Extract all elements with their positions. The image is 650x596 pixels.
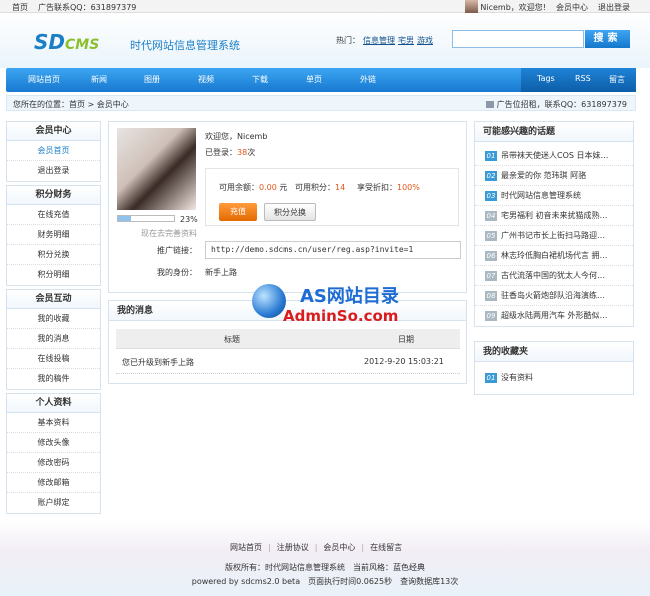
sidebar-item[interactable]: 账户绑定 bbox=[7, 493, 100, 513]
nav-rss[interactable]: RSS bbox=[575, 74, 591, 83]
exchange-button[interactable]: 积分兑换 bbox=[264, 203, 316, 221]
list-item[interactable]: 06 林志玲低胸白裙机场代言 拥… bbox=[475, 246, 633, 266]
nav-guestbook[interactable]: 留言 bbox=[609, 74, 625, 85]
sidebar-item[interactable]: 积分兑换 bbox=[7, 245, 100, 265]
interest-title: 可能感兴趣的话题 bbox=[475, 122, 633, 142]
message-date: 2012-9-20 15:03:21 bbox=[364, 357, 444, 366]
hot-tags: 热门： 信息管理 宅男 游戏 bbox=[336, 36, 433, 45]
breadcrumb-text: 您所在的位置：首页 > 会员中心 bbox=[13, 100, 129, 109]
promo-label: 推广链接： bbox=[157, 246, 197, 255]
table-row[interactable]: 您已升级到新手上路 2012-9-20 15:03:21 bbox=[116, 350, 460, 374]
nav-links[interactable]: 外链 bbox=[360, 74, 376, 85]
ad-icon bbox=[485, 101, 494, 108]
sidebar-item[interactable]: 我的稿件 bbox=[7, 369, 100, 389]
sidebar-item[interactable]: 退出登录 bbox=[7, 161, 100, 181]
ad-contact: 广告联系QQ：631897379 bbox=[38, 3, 137, 12]
powered-by: powered by sdcms2.0 beta 页面执行时间0.0625秒 查… bbox=[191, 577, 459, 586]
list-item[interactable]: 01 吊带袜天使迷人COS 日本妹… bbox=[475, 146, 633, 166]
hot-tag[interactable]: 信息管理 bbox=[363, 36, 395, 45]
column-header-title: 标题 bbox=[224, 335, 240, 344]
identity-value: 新手上路 bbox=[205, 268, 237, 277]
sidebar-item[interactable]: 财务明细 bbox=[7, 225, 100, 245]
nav-video[interactable]: 视频 bbox=[198, 74, 214, 85]
user-photo bbox=[117, 128, 196, 210]
search-input[interactable] bbox=[452, 30, 584, 48]
complete-profile-link[interactable]: 现在去完善资料 bbox=[141, 228, 197, 239]
list-item[interactable]: 02 最亲爱的你 范玮琪 阿骆 bbox=[475, 166, 633, 186]
list-item[interactable]: 07 古代流落中国的犹太人今何… bbox=[475, 266, 633, 286]
footer-link[interactable]: 注册协议 bbox=[277, 543, 309, 552]
watermark-text: AS网站目录 bbox=[300, 286, 399, 307]
list-item: 01 没有资料 bbox=[485, 373, 533, 383]
discount: 享受折扣：100% bbox=[357, 183, 420, 192]
list-item[interactable]: 05 广州书记市长上街扫马路迎… bbox=[475, 226, 633, 246]
nav-right: Tags RSS 留言 bbox=[521, 68, 636, 92]
footer: 网站首页 | 注册协议 | 会员中心 | 在线留言 版权所有：时代网站信息管理系统 当前风格… bbox=[0, 520, 650, 596]
points: 可用积分：14 bbox=[295, 183, 346, 192]
watermark-url: AdminSo.com bbox=[283, 307, 399, 325]
member-center-link[interactable]: 会员中心 bbox=[556, 3, 588, 12]
nav-page[interactable]: 单页 bbox=[306, 74, 322, 85]
list-item[interactable]: 04 宅男福利 初音未来扰猫成熟… bbox=[475, 206, 633, 226]
breadcrumb: 您所在的位置：首页 > 会员中心 广告位招租，联系QQ：631897379 bbox=[6, 95, 636, 111]
welcome-user: Nicemb，欢迎您! bbox=[480, 3, 546, 12]
promo-url-field[interactable]: http://demo.sdcms.cn/user/reg.asp?invite… bbox=[205, 241, 461, 259]
side-group-finance: 积分财务 在线充值 财务明细 积分兑换 积分明细 bbox=[6, 185, 101, 286]
ad-banner: 广告位招租，联系QQ：631897379 bbox=[485, 99, 627, 110]
side-group-profile: 个人资料 基本资料 修改头像 修改密码 修改邮箱 账户绑定 bbox=[6, 393, 101, 514]
nav-news[interactable]: 新闻 bbox=[91, 74, 107, 85]
column-header-date: 日期 bbox=[398, 335, 414, 344]
hot-tag[interactable]: 游戏 bbox=[417, 36, 433, 45]
nav-download[interactable]: 下载 bbox=[252, 74, 268, 85]
home-link[interactable]: 首页 bbox=[12, 3, 28, 12]
hot-tag[interactable]: 宅男 bbox=[398, 36, 414, 45]
nav-tags[interactable]: Tags bbox=[537, 74, 555, 83]
list-item[interactable]: 09 超级水陆两用汽车 外形酷似… bbox=[475, 306, 633, 326]
interest-panel: 可能感兴趣的话题 01 吊带袜天使迷人COS 日本妹… 02 最亲爱的你 范玮琪 阿… bbox=[474, 121, 634, 327]
copyright: 版权所有：时代网站信息管理系统 当前风格：蓝色经典 bbox=[225, 563, 425, 572]
welcome-text: 欢迎您，Nicemb bbox=[205, 132, 268, 141]
favorites-panel: 我的收藏夹 01 没有资料 bbox=[474, 341, 634, 395]
sidebar-item[interactable]: 在线充值 bbox=[7, 205, 100, 225]
top-bar: 首页 广告联系QQ：631897379 Nicemb，欢迎您! 会员中心 退出登录 bbox=[0, 0, 650, 13]
footer-links: 网站首页 | 注册协议 | 会员中心 | 在线留言 bbox=[230, 543, 403, 552]
nav-gallery[interactable]: 图册 bbox=[144, 74, 160, 85]
footer-link[interactable]: 网站首页 bbox=[230, 543, 262, 552]
sidebar-item[interactable]: 基本资料 bbox=[7, 413, 100, 433]
watermark-globe-icon bbox=[252, 284, 286, 318]
nav-home[interactable]: 网站首页 bbox=[28, 74, 60, 85]
progress-percent: 23% bbox=[180, 215, 198, 224]
sidebar-item[interactable]: 会员首页 bbox=[7, 141, 100, 161]
profile-progress-bar bbox=[117, 215, 175, 222]
header: SDCMS 时代网站信息管理系统 热门： 信息管理 宅男 游戏 搜索 bbox=[0, 13, 650, 68]
sidebar-item[interactable]: 我的消息 bbox=[7, 329, 100, 349]
footer-link[interactable]: 在线留言 bbox=[370, 543, 402, 552]
identity-label: 我的身份： bbox=[157, 268, 197, 277]
slogan: 时代网站信息管理系统 bbox=[130, 39, 240, 52]
side-group-interaction: 会员互动 我的收藏 我的消息 在线投稿 我的稿件 bbox=[6, 289, 101, 390]
footer-link[interactable]: 会员中心 bbox=[323, 543, 355, 552]
logout-link[interactable]: 退出登录 bbox=[598, 3, 630, 12]
logo[interactable]: SDCMS bbox=[34, 30, 99, 54]
list-item[interactable]: 08 驻香岛火箭炮部队沿海演练… bbox=[475, 286, 633, 306]
favorites-title: 我的收藏夹 bbox=[475, 342, 633, 362]
balance: 可用余额：0.00 元 bbox=[219, 183, 288, 192]
sidebar-item[interactable]: 修改密码 bbox=[7, 453, 100, 473]
sidebar-item[interactable]: 修改头像 bbox=[7, 433, 100, 453]
messages-header-row: 标题 日期 bbox=[116, 329, 460, 349]
sidebar-item[interactable]: 积分明细 bbox=[7, 265, 100, 285]
recharge-button[interactable]: 充值 bbox=[219, 203, 257, 221]
message-title[interactable]: 您已升级到新手上路 bbox=[122, 357, 194, 368]
sidebar-item[interactable]: 修改邮箱 bbox=[7, 473, 100, 493]
side-group-member: 会员中心 会员首页 退出登录 bbox=[6, 121, 101, 182]
list-item[interactable]: 03 时代网站信息管理系统 bbox=[475, 186, 633, 206]
sidebar-item[interactable]: 在线投稿 bbox=[7, 349, 100, 369]
search-button[interactable]: 搜索 bbox=[585, 30, 630, 48]
sidebar-item[interactable]: 我的收藏 bbox=[7, 309, 100, 329]
login-count: 已登录：38次 bbox=[205, 148, 256, 157]
